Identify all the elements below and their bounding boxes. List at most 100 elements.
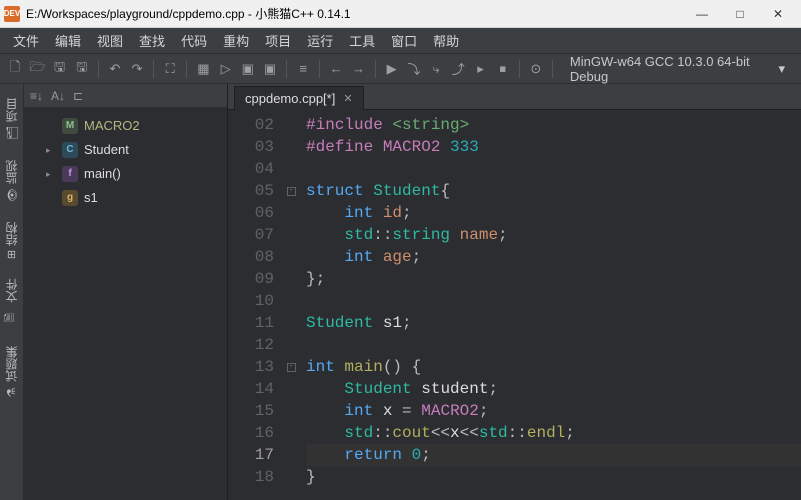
fold-row xyxy=(284,202,298,224)
fold-row xyxy=(284,312,298,334)
compile-run-icon[interactable]: ▣ xyxy=(239,59,257,79)
menu-file[interactable]: 文件 xyxy=(6,28,46,53)
code-line[interactable]: std::string name; xyxy=(306,224,801,246)
line-number: 08 xyxy=(228,246,280,268)
minimize-button[interactable]: — xyxy=(683,0,721,28)
line-number: 15 xyxy=(228,400,280,422)
maximize-button[interactable]: □ xyxy=(721,0,759,28)
code-line[interactable] xyxy=(306,158,801,180)
outline-struct[interactable]: ▸ C Student xyxy=(24,138,227,162)
outline-macro[interactable]: M MACRO2 xyxy=(24,114,227,138)
expand-arrow-icon[interactable]: ▸ xyxy=(46,140,56,160)
line-number: 14 xyxy=(228,378,280,400)
continue-icon[interactable]: ▸ xyxy=(471,59,489,79)
menu-window[interactable]: 窗口 xyxy=(384,28,424,53)
vtab-watch[interactable]: 👁监视 xyxy=(1,150,22,212)
back-icon[interactable]: ← xyxy=(327,59,345,79)
line-number: 07 xyxy=(228,224,280,246)
outline-function[interactable]: ▸ f main() xyxy=(24,162,227,186)
menu-tools[interactable]: 工具 xyxy=(342,28,382,53)
close-tab-icon[interactable]: ✕ xyxy=(343,92,352,105)
forward-icon[interactable]: → xyxy=(349,59,367,79)
compiler-selector[interactable]: MinGW-w64 GCC 10.3.0 64-bit Debug ▾ xyxy=(560,52,795,86)
menu-find[interactable]: 查找 xyxy=(132,28,172,53)
variable-badge-icon: g xyxy=(62,190,78,206)
step-out-icon[interactable]: ⤴ xyxy=(449,59,467,79)
line-number: 16 xyxy=(228,422,280,444)
code-line[interactable]: }; xyxy=(306,268,801,290)
vtab-file[interactable]: 🗎文件 xyxy=(0,269,23,336)
step-over-icon[interactable]: ⤵ xyxy=(405,59,423,79)
save-icon[interactable]: 🖫 xyxy=(50,59,68,79)
outline-item-label: MACRO2 xyxy=(84,116,140,136)
code-line[interactable]: int age; xyxy=(306,246,801,268)
window-title: E:/Workspaces/playground/cppdemo.cpp - 小… xyxy=(26,5,683,22)
editor-tab-label: cppdemo.cpp[*] xyxy=(245,91,335,106)
code-line[interactable]: int x = MACRO2; xyxy=(306,400,801,422)
vtab-structure[interactable]: ⊞结构 xyxy=(1,212,22,269)
undo-icon[interactable]: ↶ xyxy=(106,59,124,79)
editor-tab[interactable]: cppdemo.cpp[*] ✕ xyxy=(234,86,364,110)
fold-toggle-icon[interactable]: - xyxy=(287,363,296,372)
stop-icon[interactable]: ⏹ xyxy=(494,59,512,79)
code-line[interactable]: #include <string> xyxy=(306,114,801,136)
project-icon: 🗂 xyxy=(5,126,19,139)
fold-row xyxy=(284,378,298,400)
vtab-problems[interactable]: ⚗试题集 xyxy=(1,336,22,409)
new-file-icon[interactable]: 🗋 xyxy=(6,59,24,79)
fold-toggle-icon[interactable]: - xyxy=(287,187,296,196)
expand-arrow-icon[interactable]: ▸ xyxy=(46,164,56,184)
code-line[interactable]: int main() { xyxy=(306,356,801,378)
code-line[interactable]: struct Student{ xyxy=(306,180,801,202)
macro-badge-icon: M xyxy=(62,118,78,134)
toolbar-separator xyxy=(98,60,99,78)
line-number: 10 xyxy=(228,290,280,312)
close-button[interactable]: ✕ xyxy=(759,0,797,28)
vtab-project[interactable]: 🗂 项目 xyxy=(1,88,22,150)
sort-icon[interactable]: ≡↓ xyxy=(30,89,43,103)
app-icon: DEV xyxy=(4,6,20,22)
code-editor[interactable]: 0203040506070809101112131415161718 -- #i… xyxy=(228,110,801,500)
toolbar-separator xyxy=(552,60,553,78)
title-bar: DEV E:/Workspaces/playground/cppdemo.cpp… xyxy=(0,0,801,28)
code-line[interactable]: int id; xyxy=(306,202,801,224)
line-number: 11 xyxy=(228,312,280,334)
debug-icon[interactable]: ▶ xyxy=(383,59,401,79)
code-line[interactable]: #define MACRO2 333 xyxy=(306,136,801,158)
code-line[interactable]: } xyxy=(306,466,801,488)
menu-code[interactable]: 代码 xyxy=(174,28,214,53)
toolbar-separator xyxy=(286,60,287,78)
open-file-icon[interactable]: 🗁 xyxy=(28,59,46,79)
vtab-label: 结构 xyxy=(3,222,20,246)
breakpoint-icon[interactable]: ⊙ xyxy=(527,59,545,79)
code-line[interactable]: return 0; xyxy=(306,444,801,466)
run-icon[interactable]: ▷ xyxy=(216,59,234,79)
code-line[interactable]: Student s1; xyxy=(306,312,801,334)
menu-view[interactable]: 视图 xyxy=(90,28,130,53)
redo-icon[interactable]: ↷ xyxy=(128,59,146,79)
code-line[interactable]: Student student; xyxy=(306,378,801,400)
fullscreen-icon[interactable]: ⛶ xyxy=(161,59,179,79)
step-into-icon[interactable]: ⤷ xyxy=(427,59,445,79)
menu-help[interactable]: 帮助 xyxy=(426,28,466,53)
compile-icon[interactable]: ▦ xyxy=(194,59,212,79)
fold-gutter: -- xyxy=(284,110,298,500)
menu-refactor[interactable]: 重构 xyxy=(216,28,256,53)
code-lines[interactable]: #include <string>#define MACRO2 333 stru… xyxy=(298,110,801,500)
menu-edit[interactable]: 编辑 xyxy=(48,28,88,53)
indent-icon[interactable]: ≡ xyxy=(294,59,312,79)
menu-run[interactable]: 运行 xyxy=(300,28,340,53)
fold-row xyxy=(284,114,298,136)
outline-item-label: s1 xyxy=(84,188,98,208)
vtab-label: 项目 xyxy=(3,98,20,122)
rebuild-icon[interactable]: ▣ xyxy=(261,59,279,79)
code-line[interactable] xyxy=(306,334,801,356)
file-icon: 🗎 xyxy=(2,307,21,326)
expand-icon[interactable]: ⊏ xyxy=(73,89,83,103)
save-all-icon[interactable]: 🖫 xyxy=(73,59,91,79)
code-line[interactable]: std::cout<<x<<std::endl; xyxy=(306,422,801,444)
sort-alpha-icon[interactable]: A↓ xyxy=(51,89,65,103)
menu-project[interactable]: 项目 xyxy=(258,28,298,53)
code-line[interactable] xyxy=(306,290,801,312)
outline-variable[interactable]: g s1 xyxy=(24,186,227,210)
